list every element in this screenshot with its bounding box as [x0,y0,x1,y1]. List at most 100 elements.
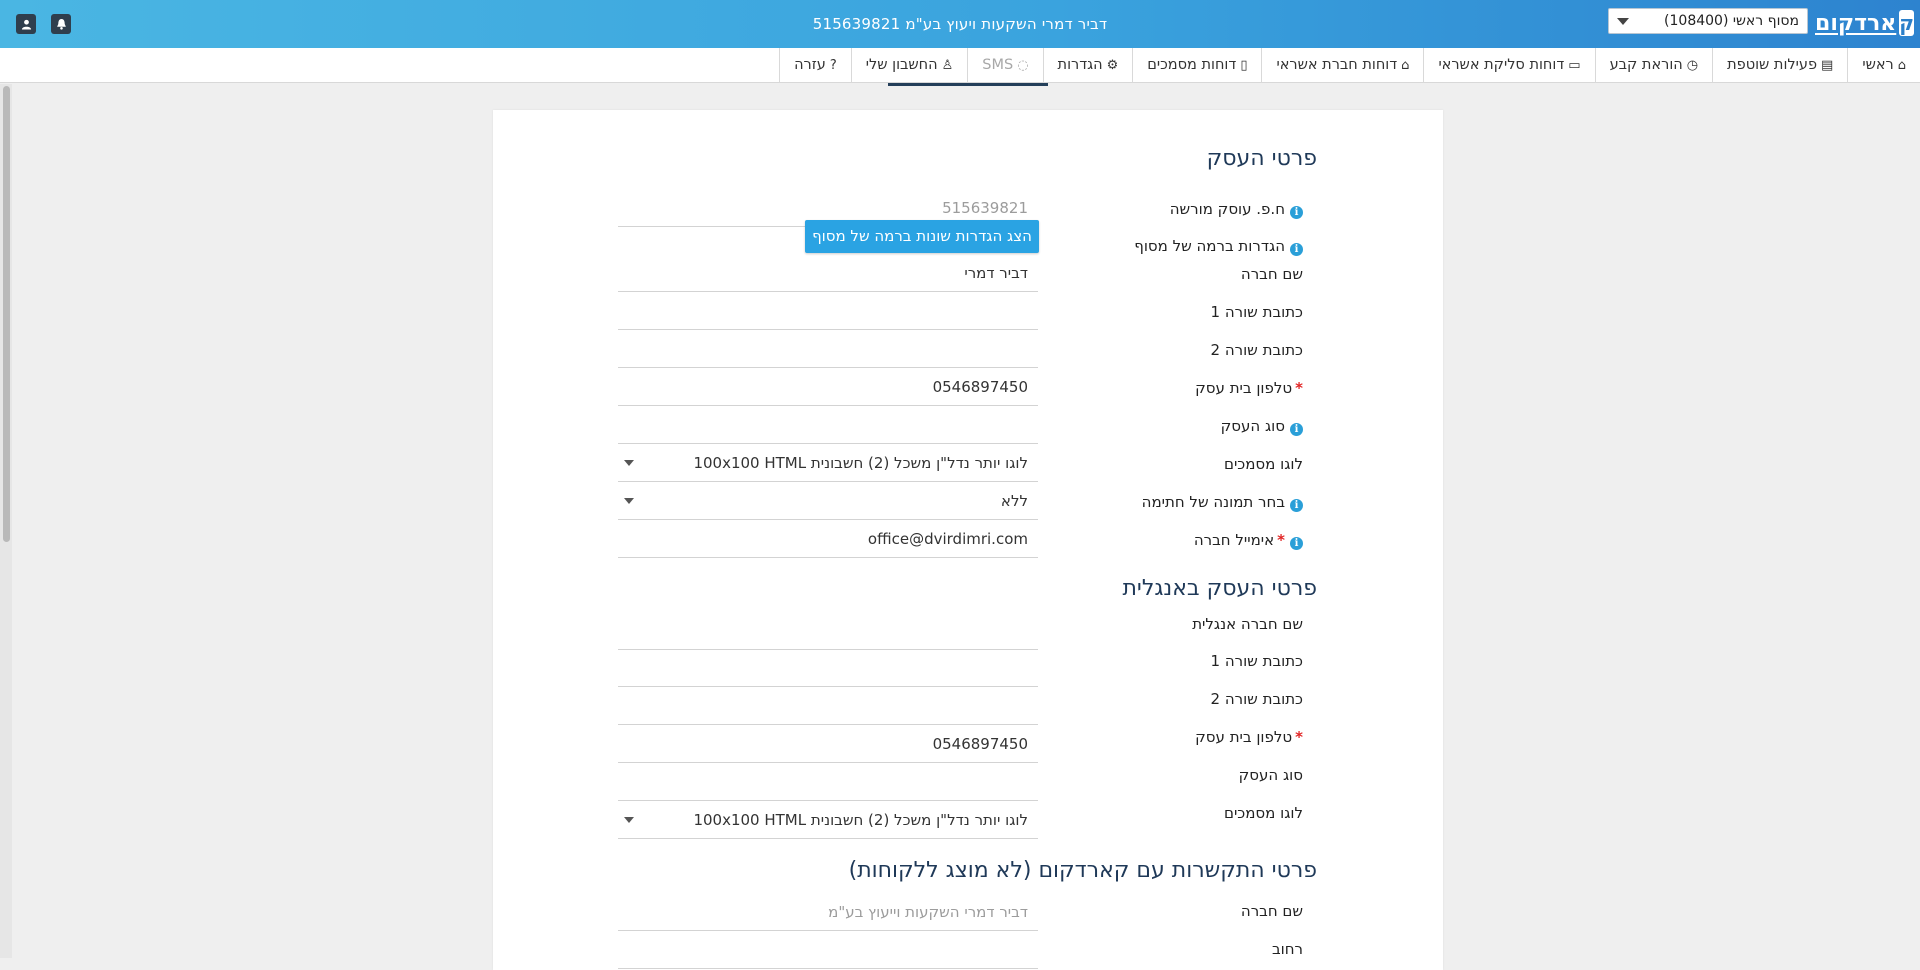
info-icon[interactable]: i [1290,423,1303,436]
en-company-name-input[interactable] [618,613,1038,650]
home-icon: ⌂ [1897,58,1906,73]
label-business-type: i סוג העסק [1221,407,1303,445]
row-en-doc-logo: לוגו מסמכים לוגו יותר נדל"ן משכל (2) חשב… [493,802,1443,840]
nav-item-1[interactable]: ▤פעילות שוטפת [1712,48,1847,83]
terminal-select-value: מסוף ראשי (108400) [1664,13,1799,29]
signature-select[interactable]: ללא [618,483,1038,520]
info-icon[interactable]: i [1290,499,1303,512]
label-en-address1: כתובת שורה 1 [1210,652,1303,670]
bank-icon: ⌂ [1401,58,1410,73]
nav-item-label: הוראת קבע [1609,57,1683,73]
required-asterisk: * [1295,379,1303,397]
phone-input[interactable]: 0546897450 [618,369,1038,406]
row-company-name: שם חברה דביר דמרי [493,255,1443,293]
nav-item-0[interactable]: ⌂ראשי [1847,48,1920,83]
en-doc-logo-select[interactable]: לוגו יותר נדל"ן משכל (2) חשבונית 100x100… [618,802,1038,839]
nav-item-2[interactable]: ◷הוראת קבע [1594,48,1713,83]
row-signature: i בחר תמונה של חתימה ללא [493,483,1443,521]
briefcase-icon: ▤ [1821,58,1834,73]
contact-street-input[interactable] [618,932,1038,969]
label-text: הגדרות ברמה של מסוף [1134,237,1285,255]
nav-item-4[interactable]: ⌂דוחות חברת אשראי [1261,48,1423,83]
en-address2-input[interactable] [618,688,1038,725]
label-email: i *אימייל חברה [1194,521,1303,559]
label-en-doc-logo: לוגו מסמכים [1224,804,1303,822]
label-text: אימייל חברה [1193,531,1275,549]
doc-logo-select-value: לוגו יותר נדל"ן משכל (2) חשבונית 100x100… [693,454,1028,472]
user-icon[interactable] [16,14,36,34]
nav-item-label: SMS [982,57,1014,73]
row-contact-street: רחוב [493,932,1443,970]
nav-item-label: דוחות חברת אשראי [1276,57,1398,73]
signature-select-value: ללא [1000,492,1028,510]
label-text: ח.פ. עוסק מורשה [1169,200,1285,218]
section-title-business: פרטי העסק [1206,146,1317,171]
row-address2: כתובת שורה 2 [493,331,1443,369]
nav-item-label: דוחות סליקת אשראי [1438,57,1565,73]
nav-item-label: פעילות שוטפת [1727,57,1818,73]
row-terminal-settings: iהגדרות ברמה של מסוף הצג הגדרות שונות בר… [493,218,1443,256]
label-address2: כתובת שורה 2 [1210,341,1303,359]
row-email: i *אימייל חברה office@dvirdimri.com [493,521,1443,559]
label-en-address2: כתובת שורה 2 [1210,690,1303,708]
label-text: טלפון בית עסק [1195,728,1293,746]
nav-item-5[interactable]: ▯דוחות מסמכים [1132,48,1261,83]
en-doc-logo-select-value: לוגו יותר נדל"ן משכל (2) חשבונית 100x100… [693,811,1028,829]
email-input[interactable]: office@dvirdimri.com [618,521,1038,558]
nav-item-9[interactable]: ?עזרה [779,48,851,83]
chevron-down-icon [1617,18,1629,25]
bell-icon[interactable] [51,14,71,34]
contact-company-name-input[interactable]: דביר דמרי השקעות וייעוץ בע"מ [618,894,1038,931]
file-icon: ▯ [1240,58,1248,73]
address2-input[interactable] [618,331,1038,368]
nav-item-label: עזרה [794,57,826,73]
section-title-contact: פרטי התקשרות עם קארדקום (לא מוצג ללקוחות… [848,858,1317,883]
question-circle-icon: ? [829,58,837,73]
en-business-type-input[interactable] [618,764,1038,801]
address1-input[interactable] [618,293,1038,330]
business-type-input[interactable] [618,407,1038,444]
gears-icon: ⚙ [1106,58,1119,73]
main-nav: ⌂ראשי ▤פעילות שוטפת ◷הוראת קבע ▭דוחות סליקת… [0,48,1920,83]
chevron-down-icon [624,460,634,466]
label-contact-street: רחוב [1271,940,1303,958]
nav-item-label: דוחות מסמכים [1147,57,1237,73]
required-asterisk: * [1277,531,1285,549]
required-asterisk: * [1295,728,1303,746]
terminal-select[interactable]: מסוף ראשי (108400) [1608,8,1808,34]
show-terminal-settings-button[interactable]: הצג הגדרות שונות ברמה של מסוף [805,220,1039,253]
logo[interactable]: ק ארדקום [1815,6,1914,40]
user-tie-icon: ♙ [941,58,954,73]
section-title-business-en: פרטי העסק באנגלית [1122,576,1317,601]
label-en-company-name: שם חברה אנגלית [1192,615,1303,633]
nav-item-3[interactable]: ▭דוחות סליקת אשראי [1423,48,1594,83]
label-en-business-type: סוג העסק [1238,766,1303,784]
company-name-input[interactable]: דביר דמרי [618,255,1038,292]
row-phone: *טלפון בית עסק 0546897450 [493,369,1443,407]
row-contact-company-name: שם חברה דביר דמרי השקעות וייעוץ בע"מ [493,894,1443,932]
chevron-down-icon [624,817,634,823]
label-text: סוג העסק [1220,417,1285,435]
label-doc-logo: לוגו מסמכים [1224,455,1303,473]
en-address1-input[interactable] [618,650,1038,687]
info-icon[interactable]: i [1290,537,1303,550]
label-contact-company-name: שם חברה [1240,902,1303,920]
nav-item-7[interactable]: ◌SMS [967,48,1042,83]
doc-logo-select[interactable]: לוגו יותר נדל"ן משכל (2) חשבונית 100x100… [618,445,1038,482]
credit-card-icon: ▭ [1568,58,1581,73]
label-signature: i בחר תמונה של חתימה [1142,483,1303,521]
nav-item-8[interactable]: ♙החשבון שלי [850,48,968,83]
row-address1: כתובת שורה 1 [493,293,1443,331]
nav-item-label: החשבון שלי [865,57,938,73]
nav-item-label: הגדרות [1057,57,1103,73]
row-doc-logo: לוגו מסמכים לוגו יותר נדל"ן משכל (2) חשב… [493,445,1443,483]
comment-icon: ◌ [1017,58,1029,73]
settings-card: פרטי העסק iח.פ. עוסק מורשה 515639821 iהג… [493,110,1443,970]
label-phone: *טלפון בית עסק [1195,369,1303,407]
label-en-phone: *טלפון בית עסק [1195,718,1303,756]
nav-active-indicator [888,83,1048,86]
nav-item-6[interactable]: ⚙הגדרות [1042,48,1133,83]
label-text: טלפון בית עסק [1195,379,1293,397]
scrollbar-thumb[interactable] [3,86,10,542]
en-phone-input[interactable]: 0546897450 [618,726,1038,763]
